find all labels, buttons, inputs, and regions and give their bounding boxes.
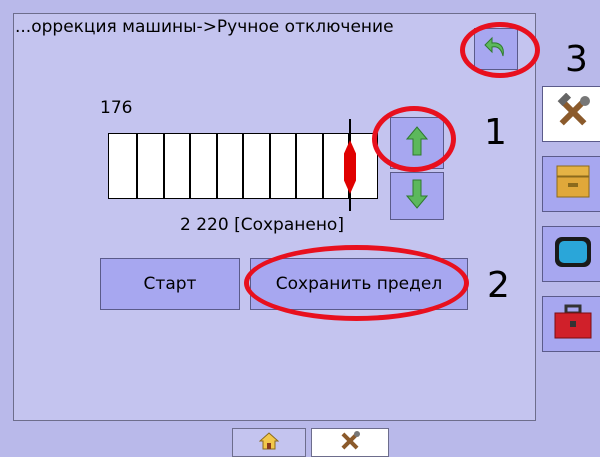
archive-icon (554, 164, 592, 204)
annotation-circle-2 (244, 245, 469, 321)
tab-tools[interactable] (311, 428, 389, 457)
page-title: ...оррекция машины->Ручное отключение (15, 17, 394, 37)
tools-icon (554, 92, 592, 135)
annotation-label-3: 3 (565, 39, 588, 80)
decrease-button[interactable] (390, 172, 444, 220)
gauge-tick (242, 134, 244, 198)
gauge-tick (162, 134, 165, 198)
annotation-circle-3 (460, 22, 540, 78)
tools-icon (338, 430, 362, 456)
start-button[interactable]: Старт (100, 258, 240, 310)
annotation-label-2: 2 (487, 265, 510, 306)
toolbox-icon (553, 304, 593, 344)
sidebar-archive[interactable] (542, 156, 600, 212)
monitor-icon (553, 234, 593, 274)
annotation-circle-1 (372, 106, 456, 172)
tab-home[interactable] (232, 428, 306, 457)
down-arrow-icon (405, 179, 429, 213)
gauge-top-value: 176 (100, 98, 133, 118)
gauge-tick (189, 134, 191, 198)
gauge-tick (268, 134, 271, 198)
gauge-saved-value: 2 220 [Сохранено] (180, 215, 344, 235)
gauge-tick (136, 134, 138, 198)
sidebar-monitor[interactable] (542, 226, 600, 282)
annotation-label-1: 1 (484, 112, 507, 153)
gauge-tick (295, 134, 297, 198)
gauge-tick (321, 134, 324, 198)
sidebar-toolbox[interactable] (542, 296, 600, 352)
limit-gauge (108, 133, 378, 199)
gauge-tick (215, 134, 218, 198)
home-icon (258, 431, 280, 454)
sidebar-tools[interactable] (542, 86, 600, 142)
